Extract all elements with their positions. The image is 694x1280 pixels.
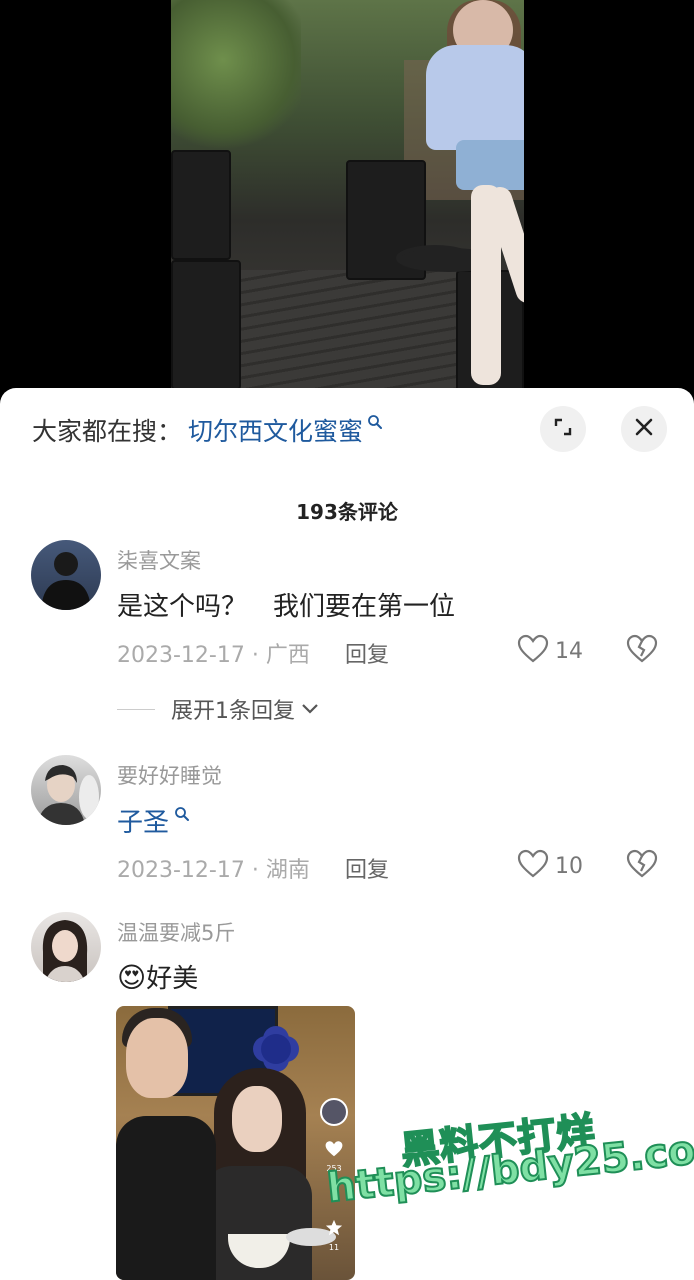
comment-text: 好美 [146, 964, 199, 994]
close-button[interactable] [621, 406, 667, 452]
divider-line [117, 708, 155, 710]
broken-heart-icon [626, 634, 658, 668]
image-flower-decor [261, 1034, 291, 1064]
search-icon [174, 806, 190, 826]
video-player[interactable] [0, 0, 694, 400]
comment-count: 193条评论 [296, 500, 398, 524]
comment-link-text[interactable]: 子圣 [117, 802, 169, 839]
image-author-avatar [320, 1098, 348, 1126]
dislike-button[interactable] [626, 849, 658, 883]
like-button[interactable]: 14 [517, 634, 583, 668]
close-icon [634, 417, 654, 441]
search-icon [367, 414, 383, 430]
scene-chair [171, 260, 241, 390]
avatar[interactable] [31, 912, 101, 982]
image-person [116, 1116, 216, 1280]
image-star-count: 11 [328, 1243, 340, 1252]
avatar[interactable] [31, 540, 101, 610]
expand-icon [552, 416, 574, 442]
chevron-down-icon [301, 700, 319, 719]
comment-author[interactable]: 要好好睡觉 [117, 760, 222, 790]
comment-meta: 2023-12-17 · 湖南 [117, 858, 310, 883]
comment-author[interactable]: 温温要减5斤 [117, 917, 235, 947]
heart-icon [517, 634, 549, 668]
like-button[interactable]: 10 [517, 849, 583, 883]
comment-text-row: 😍好美 [117, 958, 198, 995]
video-frame [171, 0, 524, 400]
expand-replies-label: 展开1条回复 [171, 699, 295, 724]
heart-eyes-emoji-icon: 😍 [117, 961, 147, 994]
heart-icon [324, 1140, 344, 1162]
scene-tree [171, 0, 301, 150]
dislike-button[interactable] [626, 634, 658, 668]
like-count: 14 [555, 638, 583, 664]
expand-replies-button[interactable]: 展开1条回复 [117, 693, 319, 725]
trending-search-prefix: 大家都在搜： [32, 417, 183, 446]
person-shorts [456, 140, 524, 190]
like-count: 10 [555, 853, 583, 879]
avatar[interactable] [31, 755, 101, 825]
scene-chair [171, 150, 231, 260]
comment-author[interactable]: 柒喜文案 [117, 545, 201, 575]
broken-heart-icon [626, 849, 658, 883]
comment-image[interactable]: 253 11 [116, 1006, 355, 1280]
reply-button[interactable]: 回复 [345, 852, 389, 884]
trending-search[interactable]: 大家都在搜： 切尔西文化蜜蜜 [32, 410, 383, 450]
heart-icon [517, 849, 549, 883]
trending-search-term[interactable]: 切尔西文化蜜蜜 [188, 412, 363, 448]
person-shirt [426, 45, 524, 150]
reply-button[interactable]: 回复 [345, 637, 389, 669]
comment-text: 是这个吗？ 我们要在第一位 [117, 592, 456, 622]
image-person [126, 1018, 188, 1098]
star-icon [325, 1219, 343, 1241]
image-person [232, 1086, 282, 1152]
comment-meta: 2023-12-17 · 广西 [117, 643, 310, 668]
expand-button[interactable] [540, 406, 586, 452]
